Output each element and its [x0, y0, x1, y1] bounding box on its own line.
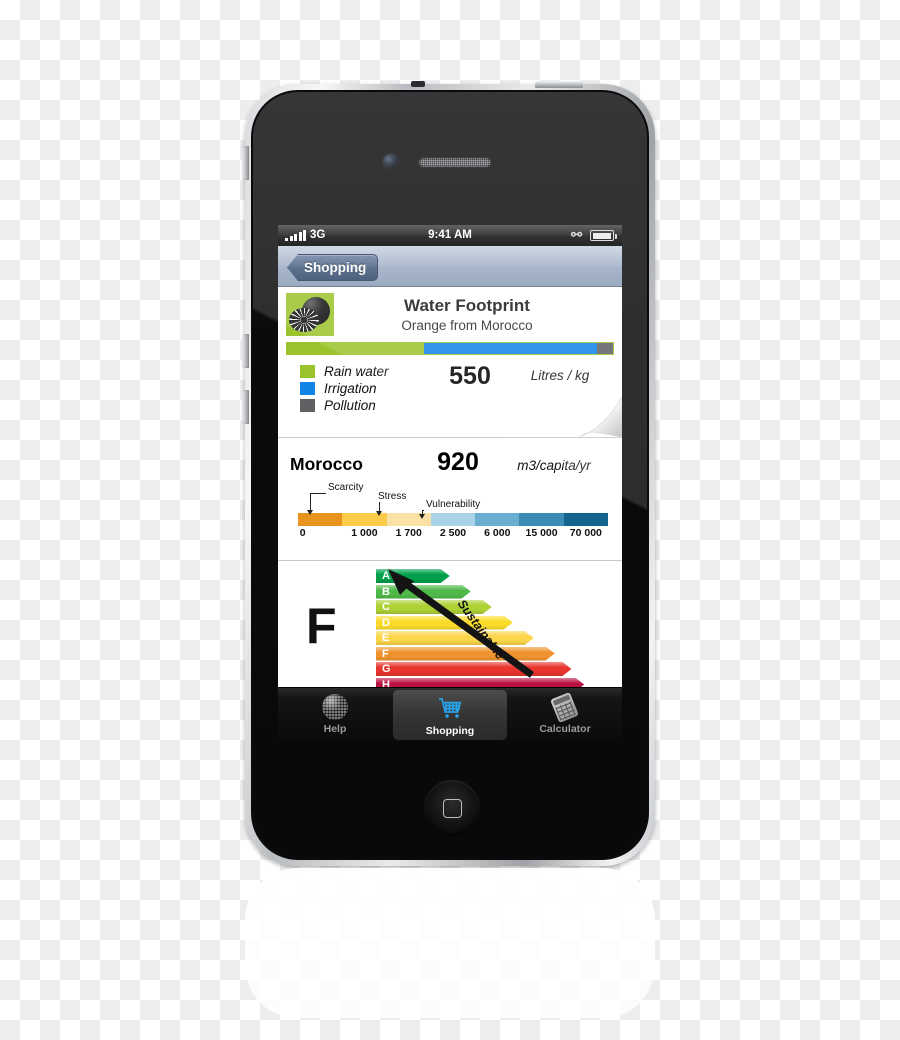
- status-bar: 3G 9:41 AM ⚯: [278, 225, 622, 246]
- legend-item: Rain water: [300, 363, 428, 380]
- rating-bar-b: B: [374, 585, 471, 599]
- front-camera-icon: [383, 154, 398, 169]
- legend-label: Irrigation: [324, 381, 377, 396]
- headphone-jack: [411, 81, 425, 87]
- shopping-cart-icon: [435, 695, 465, 723]
- rating-bar-g: G: [374, 662, 571, 676]
- water-composition-bar: [286, 342, 614, 355]
- app-screen: 3G 9:41 AM ⚯ Shopping Water Footprint Or…: [278, 225, 622, 741]
- home-button-icon[interactable]: [424, 780, 480, 836]
- rating-bar-label: A: [382, 570, 390, 582]
- scale-tick-label: 70 000: [569, 527, 602, 539]
- rating-bar-row: G: [374, 662, 584, 676]
- rating-bar-label: D: [382, 616, 390, 629]
- tab-label: Help: [323, 723, 347, 735]
- scale-callout: Vulnerability: [298, 482, 608, 519]
- scale-callouts: Scarcity Stress Vulnerability: [298, 482, 608, 519]
- iphone-device: 3G 9:41 AM ⚯ Shopping Water Footprint Or…: [242, 81, 655, 866]
- bluetooth-icon: ⚯: [571, 227, 582, 242]
- product-titles: Water Footprint Orange from Morocco: [334, 295, 614, 335]
- legend-label: Rain water: [324, 364, 389, 379]
- water-footprint-card: Water Footprint Orange from Morocco Rain…: [278, 287, 622, 438]
- volume-down-button[interactable]: [242, 390, 249, 424]
- legend-label: Pollution: [324, 398, 376, 413]
- rating-bar-row: F: [374, 647, 584, 661]
- scale-segment: [519, 513, 564, 526]
- tab-help[interactable]: Help: [278, 688, 392, 741]
- scale-tick-label: 0: [299, 527, 306, 539]
- composition-segment: [287, 343, 424, 354]
- power-button[interactable]: [535, 81, 583, 88]
- earpiece-speaker-icon: [419, 158, 491, 167]
- scale-tick-label: 1 000: [351, 527, 378, 539]
- composition-segment: [596, 343, 613, 354]
- battery-icon: [590, 230, 617, 241]
- rating-bar-label: E: [382, 632, 390, 644]
- rating-bar-label: B: [382, 585, 390, 598]
- scale-segment: [298, 513, 343, 526]
- globe-icon: [320, 693, 350, 721]
- rating-bar-label: C: [382, 601, 390, 613]
- sustainability-rating-card: F ABCDEFGH Sustainable: [278, 561, 622, 689]
- back-button-label: Shopping: [304, 260, 367, 275]
- water-legend: Rain water Irrigation Pollution: [286, 363, 428, 414]
- footprint-unit: Litres / kg: [530, 368, 590, 383]
- product-header: Water Footprint Orange from Morocco: [286, 293, 614, 336]
- scale-callout-label: Vulnerability: [426, 499, 481, 510]
- product-subtitle: Orange from Morocco: [401, 317, 533, 333]
- tab-label: Calculator: [539, 723, 591, 735]
- rating-bar-label: G: [382, 663, 391, 675]
- water-scarcity-scale: Scarcity Stress Vulnerability 0 1 000 1 700 2…: [298, 482, 608, 540]
- ring-silent-switch[interactable]: [242, 146, 249, 180]
- country-unit: m3/capita/yr: [517, 458, 591, 473]
- navigation-bar: Shopping: [278, 246, 622, 287]
- rating-bar-row: A: [374, 569, 584, 583]
- tab-calculator[interactable]: Calculator: [508, 688, 622, 741]
- orange-fruit-logo-icon: [286, 293, 334, 336]
- country-scarcity-card: Morocco 920 m3/capita/yr Scarcity Stress V…: [278, 438, 622, 561]
- volume-up-button[interactable]: [242, 334, 249, 368]
- phone-bezel: 3G 9:41 AM ⚯ Shopping Water Footprint Or…: [251, 90, 649, 860]
- tab-shopping[interactable]: Shopping: [393, 690, 507, 740]
- legend-swatch: [300, 365, 315, 378]
- scale-segment: [475, 513, 520, 526]
- scale-color-bar: [298, 513, 608, 526]
- scale-tick-labels: 0 1 000 1 700 2 500 6 000 15 000 70 000: [298, 527, 608, 541]
- rating-bar-row: B: [374, 585, 584, 599]
- rating-bar-d: D: [374, 616, 513, 630]
- content-area: Water Footprint Orange from Morocco Rain…: [278, 287, 622, 689]
- footprint-value: 550: [449, 362, 491, 390]
- calculator-icon: [550, 691, 580, 724]
- legend-item: Irrigation: [300, 380, 428, 397]
- phone-reflection: [245, 868, 655, 1018]
- legend-swatch: [300, 382, 315, 395]
- rating-bar-label: F: [382, 647, 389, 660]
- grade-letter: F: [306, 598, 337, 654]
- page-title: Water Footprint: [404, 295, 530, 315]
- scale-tick-label: 15 000: [525, 527, 558, 539]
- tab-label: Shopping: [425, 725, 475, 737]
- legend-row: Rain water Irrigation Pollution 550 Litres…: [286, 363, 614, 414]
- callout-arrowhead: [419, 514, 425, 519]
- scale-segment: [430, 513, 476, 526]
- back-button-shopping[interactable]: Shopping: [287, 254, 379, 281]
- composition-segment: [423, 343, 597, 354]
- scale-segment: [563, 513, 608, 526]
- tab-bar: Help Shopping Calculator: [278, 687, 622, 741]
- rating-bar-a: A: [374, 569, 450, 583]
- country-name: Morocco: [290, 454, 363, 474]
- rating-bar-e: E: [374, 631, 534, 645]
- scale-tick-label: 6 000: [484, 527, 511, 539]
- country-row: Morocco 920 m3/capita/yr: [286, 448, 614, 477]
- legend-item: Pollution: [300, 397, 428, 414]
- scale-tick-label: 2 500: [439, 527, 467, 539]
- rating-bar-f: F: [374, 647, 555, 661]
- legend-swatch: [300, 399, 315, 412]
- phone-front-glass: 3G 9:41 AM ⚯ Shopping Water Footprint Or…: [253, 92, 647, 858]
- rating-bar-row: C: [374, 600, 584, 614]
- scale-tick-label: 1 700: [395, 527, 422, 539]
- country-value: 920: [437, 448, 479, 476]
